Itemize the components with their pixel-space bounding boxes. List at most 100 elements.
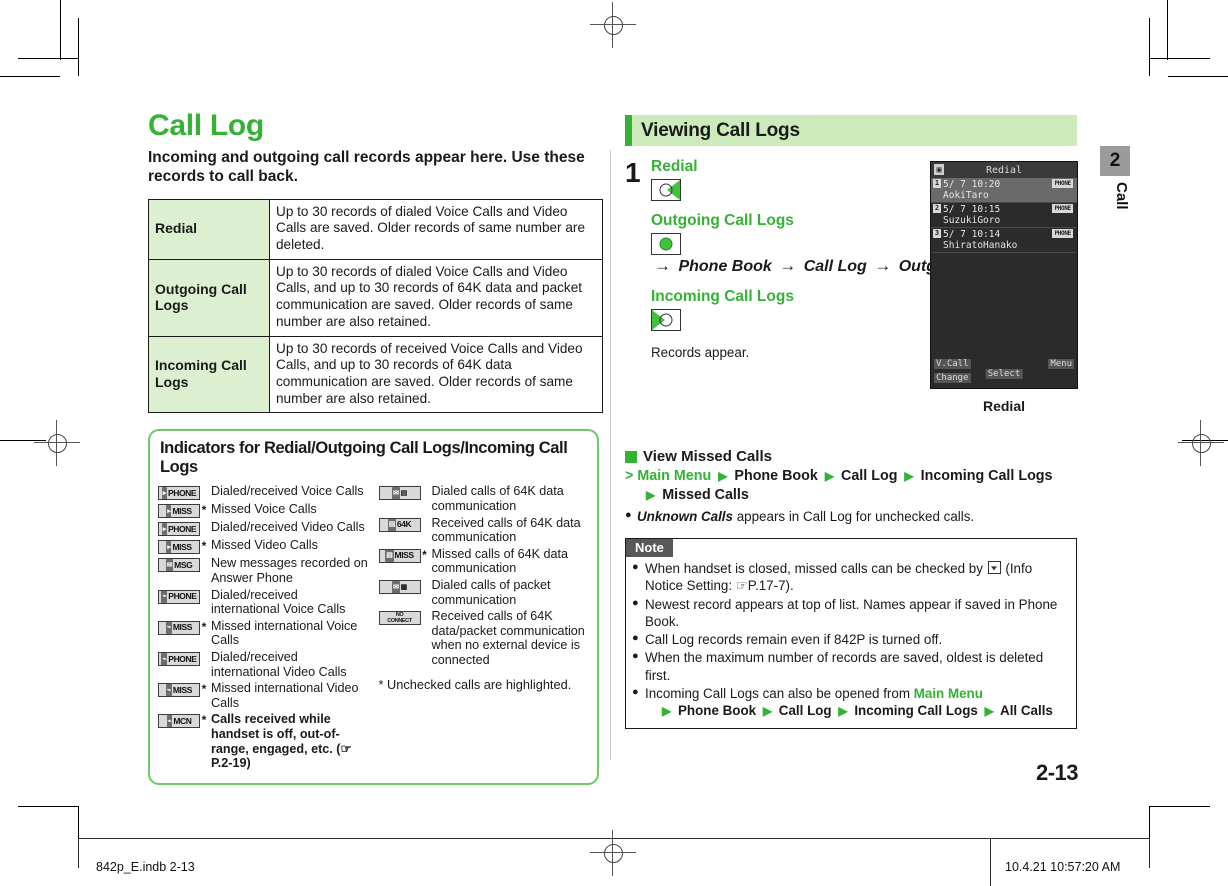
- crop-mark: [18, 806, 78, 807]
- phone-log-row: 1 PHONE 5/ 7 10:20 AokiTaro: [931, 178, 1077, 203]
- center-key-icon: [651, 233, 681, 255]
- indicator-row: ⌁ PHONE Dialed/received international Vid…: [158, 650, 369, 679]
- section-title: Viewing Call Logs: [641, 119, 800, 141]
- star-marker: *: [201, 682, 207, 697]
- star-marker: *: [201, 539, 207, 554]
- section-header: Viewing Call Logs: [625, 115, 1077, 146]
- row-type-badge: PHONE: [1052, 179, 1073, 188]
- path-arrow-icon: ▶: [838, 704, 848, 719]
- indicator-label: Missed calls of 64K data communication: [431, 546, 569, 576]
- view-missed-calls-block: View Missed Calls > Main Menu ▶ Phone Bo…: [625, 448, 1077, 525]
- nav-item: Call Log: [803, 258, 867, 275]
- indicators-footnote: * Unchecked calls are highlighted.: [378, 676, 572, 692]
- bullet-icon: ●: [625, 509, 632, 521]
- bullet-icon: ●: [632, 650, 639, 663]
- column-divider: [610, 150, 611, 760]
- row-contact-name: SuzukiGoro: [943, 215, 1001, 226]
- footer-tick: [990, 838, 991, 886]
- manual-page: Call Log Incoming and outgoing call reco…: [0, 0, 1228, 886]
- note-item: ● Incoming Call Logs can also be opened …: [626, 685, 1076, 720]
- note-text-pre: Incoming Call Logs can also be opened fr…: [645, 685, 914, 701]
- missed-video-call-indicator-icon: ▸ MISS: [158, 540, 200, 555]
- table-description-cell: Up to 30 records of received Voice Calls…: [269, 335, 603, 414]
- row-type-badge: PHONE: [1052, 204, 1073, 213]
- phone-log-row: 2 PHONE 5/ 7 10:15 SuzukiGoro: [931, 203, 1077, 228]
- missed-voice-call-indicator-icon: ▸ MISS: [158, 504, 200, 519]
- square-bullet-icon: [625, 450, 637, 463]
- page-title: Call Log: [148, 109, 264, 142]
- international-video-call-indicator-icon: ⌁ PHONE: [158, 652, 200, 666]
- left-column: Call Log Incoming and outgoing call reco…: [148, 110, 603, 785]
- path-arrow-icon: ▶: [984, 704, 994, 719]
- bullet-text: Unknown Calls appears in Call Log for un…: [637, 508, 974, 525]
- note-item: ● Call Log records remain even if 842P i…: [626, 631, 1076, 648]
- row-index: 1: [933, 179, 941, 188]
- indicator-label: Received calls of 64K data communication: [431, 515, 581, 545]
- path-arrow-icon: ▶: [662, 704, 672, 719]
- arrow-icon: →: [654, 256, 671, 275]
- note-text-pre: When handset is closed, missed calls can…: [645, 561, 987, 576]
- indicator-label: Missed Video Calls: [211, 538, 318, 553]
- left-soft-key-icon: [651, 309, 681, 332]
- section-accent-bar: [625, 115, 632, 146]
- crop-mark: [0, 440, 46, 441]
- indicator-row: NO CONNECT Received calls of 64K data/pac…: [378, 609, 590, 667]
- bullet-icon: ●: [632, 685, 639, 698]
- indicators-left-column: ▸ PHONE Dialed/received Voice Calls ▸ MISS…: [158, 484, 369, 772]
- indicator-row: ▸ MISS * Missed Video Calls: [158, 538, 369, 555]
- table-description-cell: Up to 30 records of dialed Voice Calls a…: [269, 258, 603, 337]
- crop-mark: [1150, 58, 1210, 59]
- menu-path-continuation: ▶ Missed Calls: [625, 486, 1077, 505]
- registration-mark: [590, 2, 636, 48]
- registration-mark: [590, 830, 636, 876]
- path-item: Call Log: [778, 703, 832, 719]
- registration-mark: [34, 420, 80, 466]
- indicator-label: Dialed/received international Voice Call…: [211, 587, 346, 617]
- indicator-row: ⌁ MISS * Missed international Video Calls: [158, 681, 369, 710]
- indicators-right-column: ✉ ▤ Dialed calls of 64K data communicatio…: [378, 484, 590, 772]
- note-text: When handset is closed, missed calls can…: [645, 560, 1068, 595]
- note-menu-path: ▶ Phone Book ▶ Call Log ▶ Incoming Call …: [645, 702, 1053, 719]
- crop-mark: [0, 76, 60, 77]
- subsection-title: View Missed Calls: [643, 448, 772, 465]
- path-item: Incoming Call Logs: [854, 703, 978, 719]
- crop-mark: [78, 18, 79, 76]
- footer-tick: [1149, 838, 1150, 868]
- crop-mark: [60, 0, 61, 60]
- footer-filename: 842p_E.indb 2-13: [96, 860, 195, 874]
- screenshot-caption: Redial: [982, 398, 1025, 414]
- path-prefix: >: [625, 468, 634, 484]
- dialed-64k-data-indicator-icon: ✉ ▤: [378, 486, 421, 501]
- table-row: Incoming Call Logs Up to 30 records of r…: [148, 335, 603, 414]
- star-marker: *: [422, 547, 427, 562]
- crop-mark: [1168, 76, 1228, 77]
- note-text: Incoming Call Logs can also be opened fr…: [645, 685, 1053, 720]
- table-row: Redial Up to 30 records of dialed Voice …: [148, 198, 603, 260]
- indicator-label: Missed international Video Calls: [211, 681, 359, 710]
- indicator-row: ▸ MISS * Missed Voice Calls: [158, 502, 369, 519]
- nav-item: Phone Book: [678, 258, 772, 275]
- path-arrow-icon: ▶: [646, 488, 656, 502]
- phone-softkey-bar: V.Call Change Select Menu: [931, 352, 1077, 388]
- call-log-types-table: Redial Up to 30 records of dialed Voice …: [148, 198, 603, 414]
- path-arrow-icon: ▶: [718, 469, 728, 483]
- path-item: Phone Book: [734, 468, 818, 484]
- phone-screenshot: ▣ Redial 1 PHONE 5/ 7 10:20 AokiTaro 2 P…: [930, 161, 1078, 389]
- note-text: When the maximum number of records are s…: [645, 650, 1044, 683]
- indicator-row: ▤ 64K Received calls of 64K data communic…: [378, 515, 590, 545]
- indicator-row: ⌁ MCN * Calls received while handset is o…: [158, 712, 369, 770]
- indicator-row: ⌁ MISS * Missed international Voice Calls: [158, 619, 369, 648]
- note-main-menu-ref: Main Menu: [913, 685, 983, 701]
- subsection-heading: View Missed Calls: [625, 448, 1077, 465]
- indicator-label: Received calls of 64K data/packet commun…: [431, 609, 585, 667]
- footer-timestamp: 10.4.21 10:57:20 AM: [1005, 860, 1121, 874]
- path-arrow-icon: ▶: [762, 704, 773, 719]
- bullet-emphasis: Unknown Calls: [637, 509, 733, 524]
- table-row: Outgoing Call Logs Up to 30 records of d…: [148, 258, 603, 337]
- down-key-icon: [987, 561, 1001, 574]
- softkey-select: Select: [985, 369, 1023, 379]
- missed-international-video-call-indicator-icon: ⌁ MISS: [158, 683, 200, 698]
- answer-phone-message-indicator-icon: ✉ MSG: [158, 558, 200, 573]
- table-term-cell: Redial: [148, 198, 270, 260]
- bullet-icon: ●: [632, 561, 639, 573]
